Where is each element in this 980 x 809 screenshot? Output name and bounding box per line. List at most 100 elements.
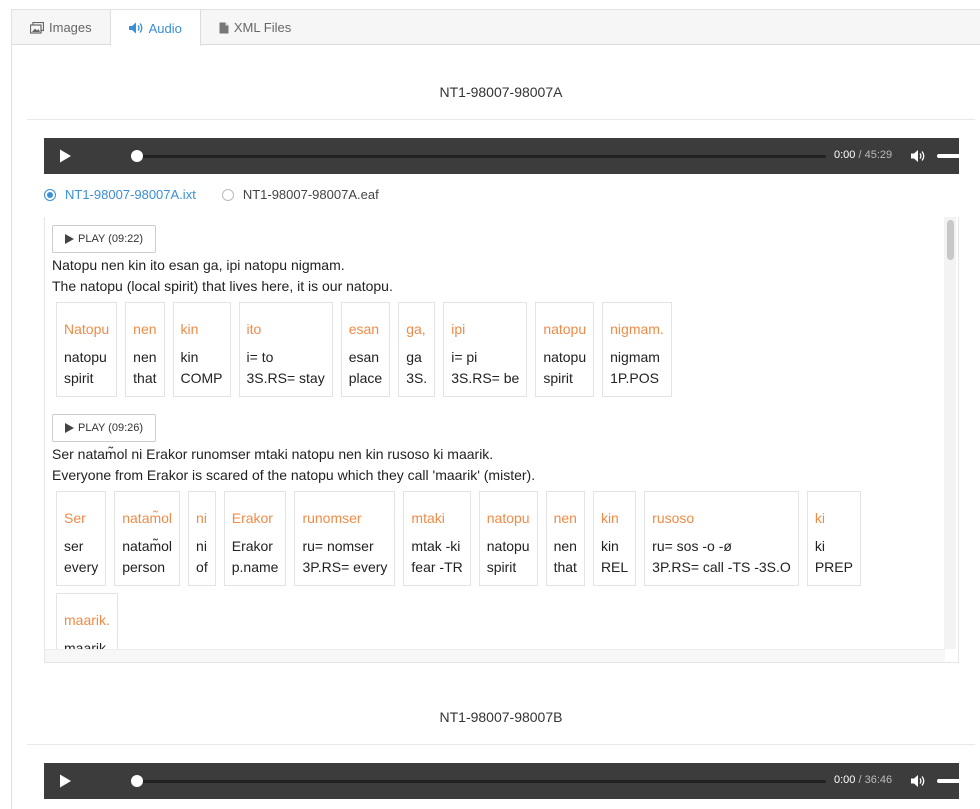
- morpheme: nen: [553, 538, 577, 554]
- morpheme: ru= nomser: [302, 538, 374, 554]
- vertical-scrollbar[interactable]: [944, 217, 956, 649]
- word-text: natopu: [486, 510, 530, 526]
- segment-play-button[interactable]: PLAY (09:26): [52, 414, 157, 442]
- tab-images-label: Images: [49, 20, 92, 35]
- recording-title: NT1-98007-98007A: [439, 84, 563, 100]
- audio-player: 0:00 / 45:29: [44, 138, 980, 174]
- word-gloss-box: ga, ga 3S.: [398, 302, 436, 397]
- morpheme: ru= sos -o -ø: [652, 538, 732, 554]
- word-text: runomser: [302, 510, 362, 526]
- segment-play-button[interactable]: PLAY (09:22): [52, 225, 157, 253]
- interlinear-words: Ser ser every natam̃ol natam̃ol person ni ni o…: [56, 491, 916, 649]
- segment-play-label: PLAY (09:22): [78, 233, 144, 245]
- radio-button[interactable]: [221, 188, 234, 201]
- word-text: ga,: [406, 321, 426, 337]
- gloss: spirit: [64, 370, 94, 386]
- word-gloss-box: rusoso ru= sos -o -ø 3P.RS= call -TS -3S.O: [644, 491, 799, 586]
- play-icon[interactable]: [58, 774, 72, 788]
- morpheme: ni: [196, 538, 207, 554]
- morpheme: natam̃ol: [122, 538, 173, 554]
- gloss: every: [64, 559, 99, 575]
- word-text: esan: [348, 321, 380, 337]
- horizontal-scrollbar[interactable]: [45, 649, 945, 662]
- gloss: spirit: [543, 370, 573, 386]
- tab-xml-files[interactable]: XML Files: [201, 10, 309, 45]
- file-icon: [219, 22, 229, 33]
- morpheme: natopu: [486, 538, 530, 554]
- morpheme: natopu: [64, 349, 107, 365]
- morpheme: maarik: [64, 640, 107, 649]
- play-icon: [65, 423, 74, 433]
- word-text: nen: [133, 321, 157, 337]
- word-text: Ser: [64, 510, 86, 526]
- word-text: rusoso: [652, 510, 695, 526]
- audio-player: 0:00 / 36:46: [44, 763, 980, 799]
- original-text: Natopu nen kin ito esan ga, ipi natopu n…: [52, 257, 345, 273]
- word-text: nigmam.: [610, 321, 664, 337]
- word-gloss-box: nen nen that: [545, 491, 585, 586]
- radio-eaf[interactable]: NT1-98007-98007A.eaf: [221, 187, 379, 202]
- morpheme: esan: [348, 349, 380, 365]
- gloss: 3S.: [406, 370, 428, 386]
- gloss: 1P.POS: [610, 370, 659, 386]
- volume-icon[interactable]: [911, 149, 927, 163]
- transcript-scroll-area: PLAY (09:22) Natopu nen kin ito esan ga,…: [45, 217, 945, 649]
- divider: [27, 744, 975, 745]
- gloss: person: [122, 559, 166, 575]
- word-gloss-box: ipi i= pi 3S.RS= be: [443, 302, 528, 397]
- morpheme: ser: [64, 538, 84, 554]
- morpheme: i= pi: [451, 349, 478, 365]
- word-text: kin: [600, 510, 619, 526]
- seek-handle[interactable]: [131, 150, 143, 162]
- seek-bar[interactable]: [136, 155, 826, 158]
- volume-slider[interactable]: [937, 779, 980, 783]
- radio-ixt[interactable]: NT1-98007-98007A.ixt: [44, 187, 196, 202]
- word-gloss-box: nen nen that: [125, 302, 165, 397]
- gloss: spirit: [486, 559, 517, 575]
- time-separator: /: [858, 149, 862, 161]
- word-gloss-box: ito i= to 3S.RS= stay: [238, 302, 333, 397]
- gloss: place: [348, 370, 383, 386]
- tab-audio[interactable]: Audio: [109, 10, 201, 46]
- word-text: ni: [196, 510, 207, 526]
- volume-slider[interactable]: [937, 154, 980, 158]
- scrollbar-thumb[interactable]: [947, 220, 954, 260]
- word-gloss-box: runomser ru= nomser 3P.RS= every: [294, 491, 396, 586]
- gloss: that: [553, 559, 577, 575]
- word-gloss-box: esan esan place: [340, 302, 391, 397]
- word-text: ipi: [451, 321, 466, 337]
- images-icon: [30, 21, 44, 34]
- morpheme: nigmam: [610, 349, 660, 365]
- word-text: ito: [246, 321, 262, 337]
- morpheme: Erakor: [231, 538, 273, 554]
- play-icon[interactable]: [58, 149, 72, 163]
- word-gloss-box: Ser ser every: [56, 491, 107, 586]
- morpheme: kin: [600, 538, 619, 554]
- original-text: Ser natam̃ol ni Erakor runomser mtaki na…: [52, 446, 494, 462]
- word-gloss-box: kin kin REL: [592, 491, 637, 586]
- time-display: 0:00 / 36:46: [834, 774, 892, 786]
- translation-text: Everyone from Erakor is scared of the na…: [52, 467, 536, 483]
- morpheme: i= to: [246, 349, 274, 365]
- morpheme: nen: [133, 349, 157, 365]
- interlinear-words: Natopu natopu spirit nen nen that kin kin COMP…: [56, 302, 916, 397]
- seek-bar[interactable]: [136, 780, 826, 783]
- gloss: p.name: [231, 559, 279, 575]
- tab-images[interactable]: Images: [12, 10, 110, 45]
- word-gloss-box: natopu natopu spirit: [535, 302, 595, 397]
- morpheme: ki: [814, 538, 825, 554]
- tab-bar: Images Audio XML Files: [12, 10, 980, 46]
- volume-icon[interactable]: [911, 774, 927, 788]
- radio-button[interactable]: [44, 188, 56, 201]
- recording-title: NT1-98007-98007B: [439, 709, 563, 725]
- word-text: ki: [814, 510, 825, 526]
- radio-label: NT1-98007-98007A.ixt: [65, 187, 196, 202]
- current-time: 0:00: [834, 774, 856, 786]
- seek-handle[interactable]: [131, 775, 143, 787]
- time-separator: /: [858, 774, 862, 786]
- word-gloss-box: ki ki PREP: [806, 491, 861, 586]
- gloss: COMP: [180, 370, 223, 386]
- translation-text: The natopu (local spirit) that lives her…: [52, 278, 393, 294]
- divider: [27, 119, 975, 120]
- gloss: 3S.RS= be: [451, 370, 520, 386]
